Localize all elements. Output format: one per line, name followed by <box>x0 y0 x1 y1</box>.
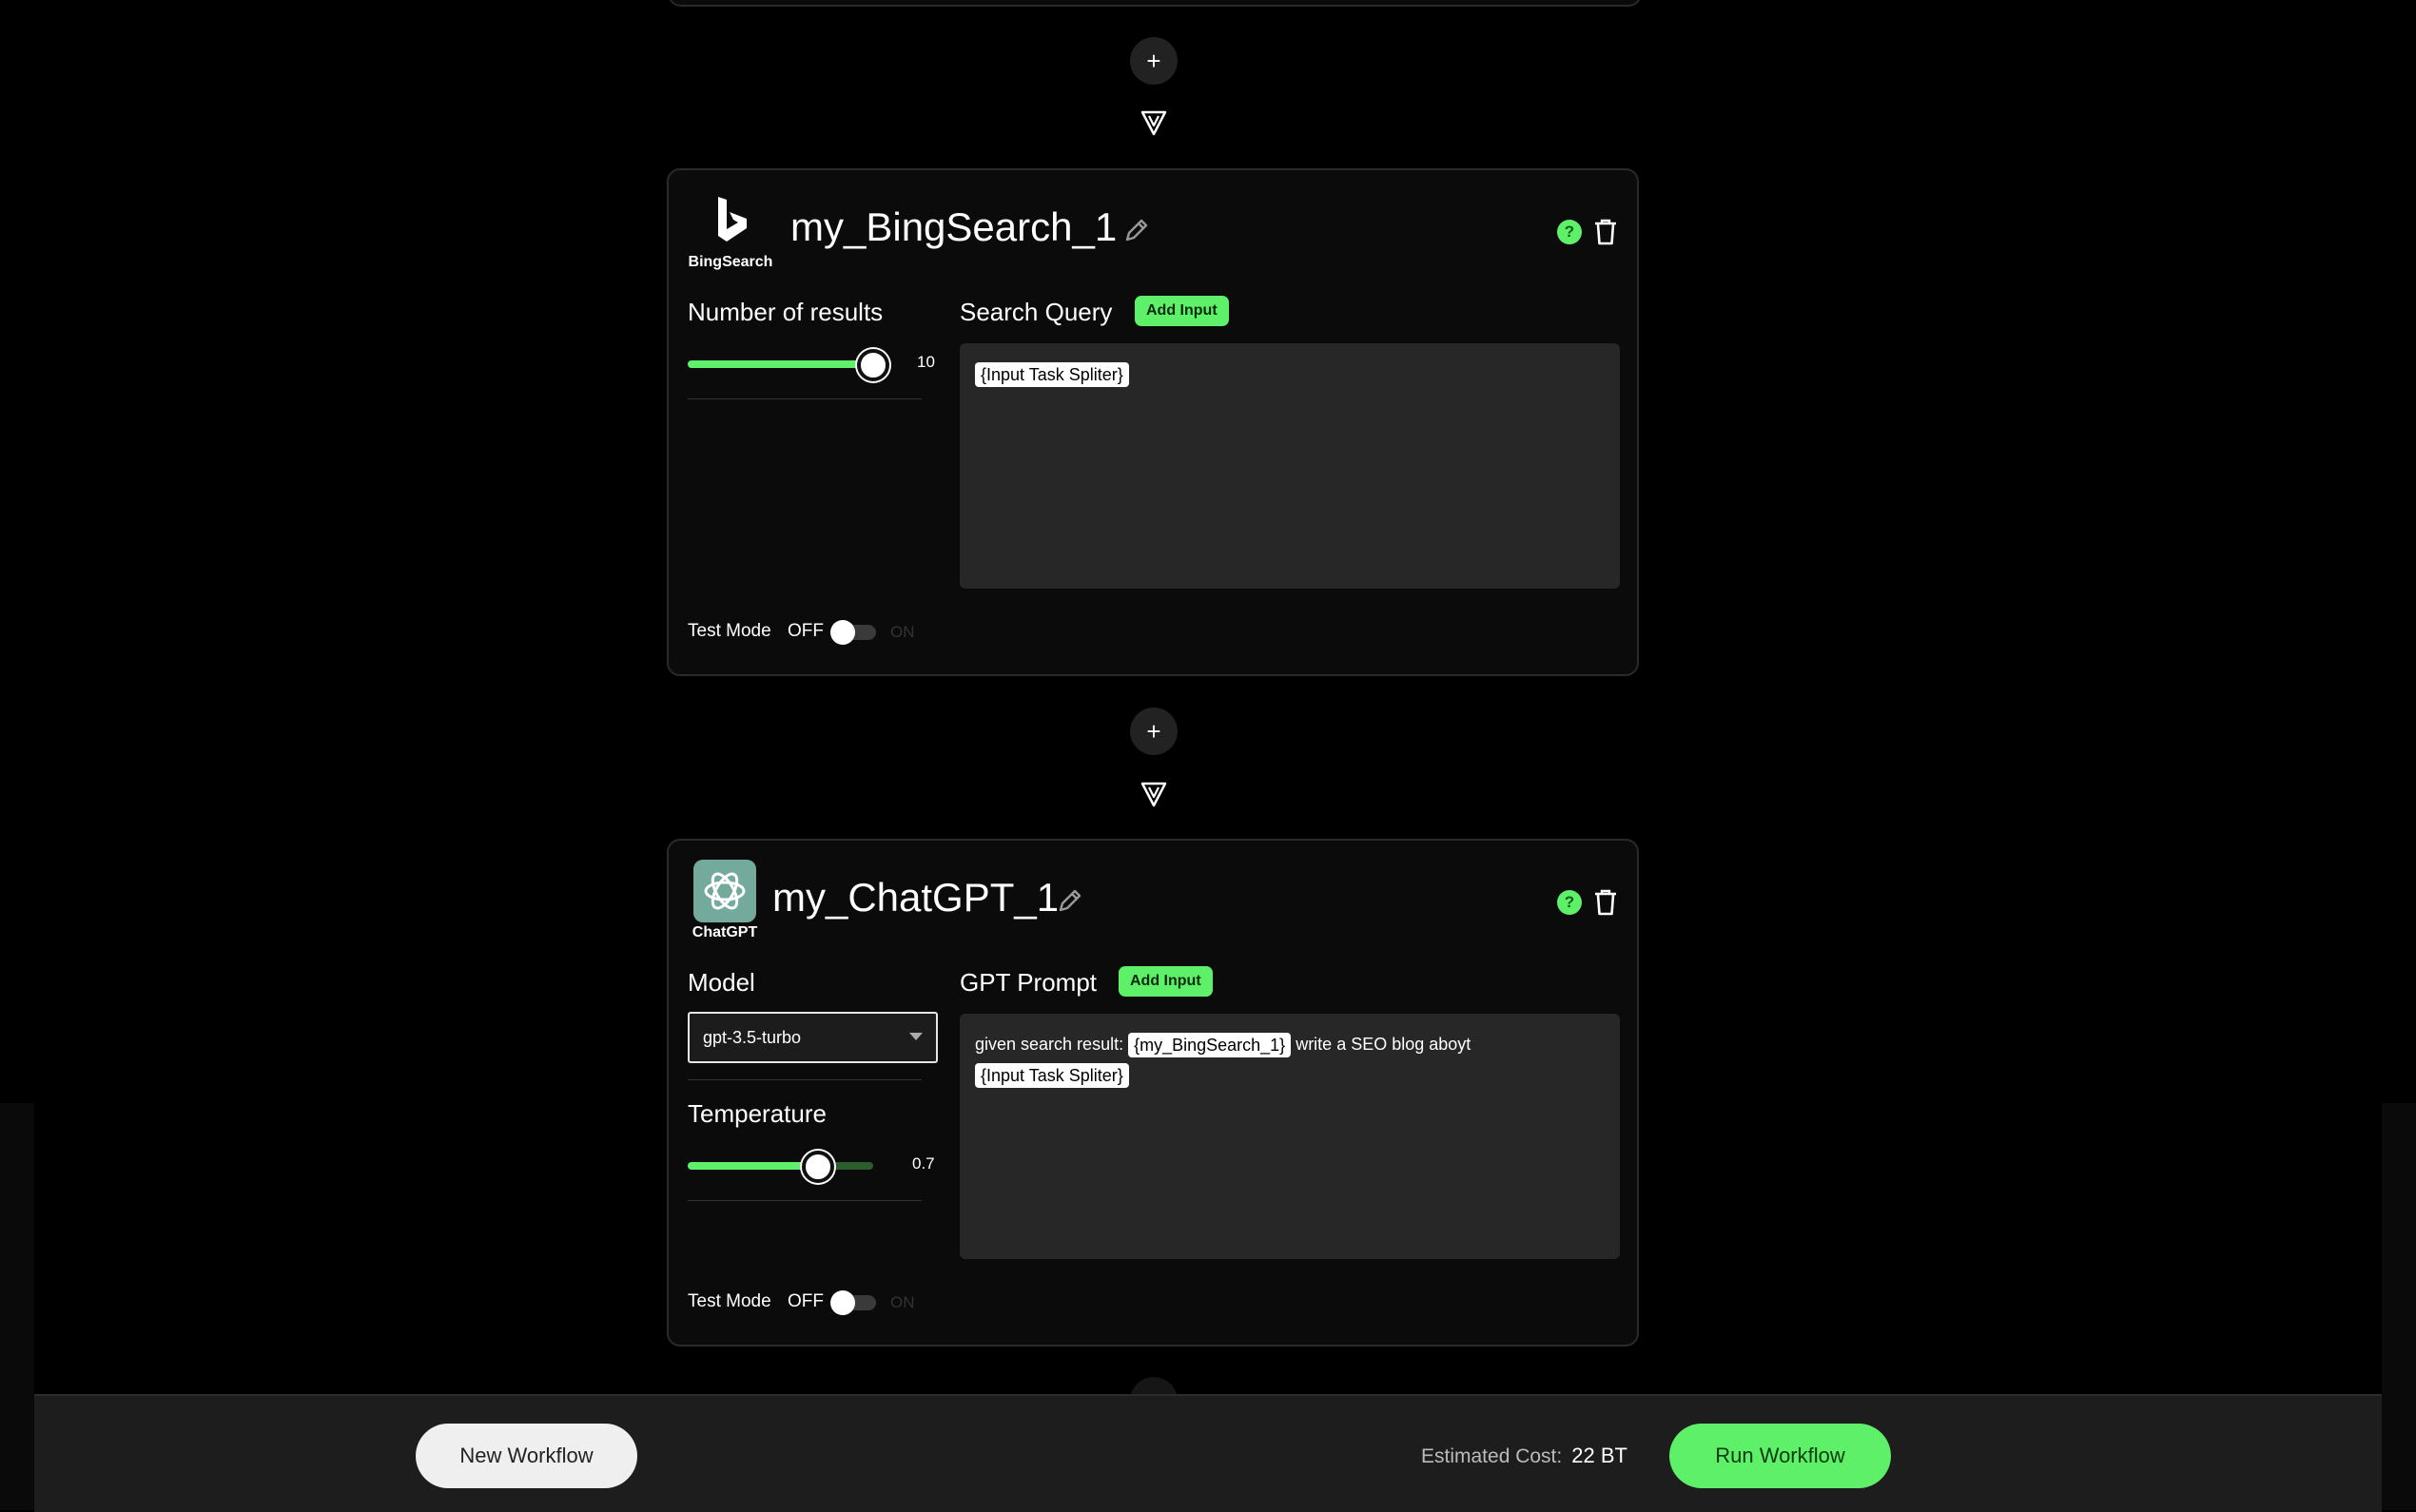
variable-chip[interactable]: {Input Task Spliter} <box>975 1063 1129 1089</box>
test-mode: Test Mode OFF <box>688 621 824 642</box>
flow-arrow-icon <box>1140 110 1167 136</box>
left-gutter <box>0 1103 34 1510</box>
add-step-button[interactable]: + <box>1130 708 1178 755</box>
model-select[interactable]: gpt-3.5-turbo <box>688 1012 938 1063</box>
cost-label: Estimated Cost: <box>1421 1445 1563 1467</box>
footer-bar <box>34 1394 2382 1512</box>
help-icon[interactable]: ? <box>1557 220 1582 244</box>
divider <box>688 398 922 399</box>
model-select-value: gpt-3.5-turbo <box>703 1028 802 1047</box>
results-slider-fill <box>688 360 873 368</box>
test-mode-label: Test Mode <box>688 621 771 641</box>
card-title: my_BingSearch_1 <box>790 204 1118 249</box>
model-label: Model <box>688 968 755 997</box>
results-slider-thumb[interactable] <box>857 349 889 381</box>
search-query-input[interactable]: {Input Task Spliter} <box>960 343 1620 589</box>
temperature-label: Temperature <box>688 1099 827 1128</box>
prompt-text: write a SEO blog aboyt <box>1291 1035 1471 1054</box>
divider <box>688 1200 922 1201</box>
toggle-knob <box>830 1290 855 1315</box>
add-step-button[interactable]: + <box>1130 37 1178 85</box>
trash-icon[interactable] <box>1593 888 1618 917</box>
flow-arrow-icon <box>1140 782 1167 807</box>
temperature-slider[interactable] <box>688 1151 873 1183</box>
test-mode-toggle[interactable] <box>830 620 876 645</box>
gpt-prompt-input[interactable]: given search result: {my_BingSearch_1} w… <box>960 1014 1620 1259</box>
bingsearch-logo: BingSearch <box>688 189 773 271</box>
variable-chip[interactable]: {Input Task Spliter} <box>975 362 1129 388</box>
caret-down-icon <box>909 1033 923 1040</box>
edit-icon[interactable] <box>1122 216 1151 244</box>
test-mode-toggle[interactable] <box>830 1290 876 1315</box>
results-label: Number of results <box>688 298 884 326</box>
test-mode-off: OFF <box>787 1291 824 1311</box>
run-workflow-button[interactable]: Run Workflow <box>1669 1424 1891 1488</box>
temperature-slider-thumb[interactable] <box>801 1151 834 1183</box>
logo-label: ChatGPT <box>692 924 758 940</box>
chatgpt-card: ChatGPT my_ChatGPT_1 ? Model gpt-3.5-tur… <box>667 839 1639 1347</box>
chatgpt-logo: ChatGPT <box>682 860 768 941</box>
test-mode: Test Mode OFF <box>688 1291 824 1312</box>
add-input-button[interactable]: Add Input <box>1119 966 1213 997</box>
edit-icon[interactable] <box>1056 886 1084 915</box>
add-input-button[interactable]: Add Input <box>1135 296 1229 326</box>
new-workflow-button[interactable]: New Workflow <box>416 1424 637 1488</box>
temperature-slider-fill <box>688 1162 818 1170</box>
search-query-label: Search Query <box>960 298 1113 326</box>
divider <box>688 1079 922 1080</box>
prompt-text: given search result: <box>975 1035 1129 1054</box>
test-mode-on: ON <box>890 623 915 641</box>
estimated-cost: Estimated Cost: 22 BT <box>1421 1444 1627 1468</box>
card-title: my_ChatGPT_1 <box>772 875 1060 920</box>
temperature-value: 0.7 <box>912 1154 935 1173</box>
previous-card-edge <box>668 0 1642 7</box>
toggle-knob <box>830 620 855 645</box>
test-mode-on: ON <box>890 1293 915 1311</box>
test-mode-label: Test Mode <box>688 1291 771 1311</box>
trash-icon[interactable] <box>1593 218 1618 246</box>
logo-label: BingSearch <box>688 254 773 270</box>
variable-chip[interactable]: {my_BingSearch_1} <box>1128 1033 1292 1058</box>
gpt-prompt-label: GPT Prompt <box>960 968 1098 997</box>
results-value: 10 <box>917 353 935 371</box>
bing-icon <box>718 197 747 242</box>
test-mode-off: OFF <box>787 621 824 641</box>
help-icon[interactable]: ? <box>1557 890 1582 915</box>
right-gutter <box>2382 1103 2416 1510</box>
bingsearch-card: BingSearch my_BingSearch_1 ? Number of r… <box>667 168 1639 676</box>
openai-icon <box>704 872 746 910</box>
cost-value: 22 BT <box>1571 1444 1627 1467</box>
results-slider[interactable] <box>688 349 889 381</box>
